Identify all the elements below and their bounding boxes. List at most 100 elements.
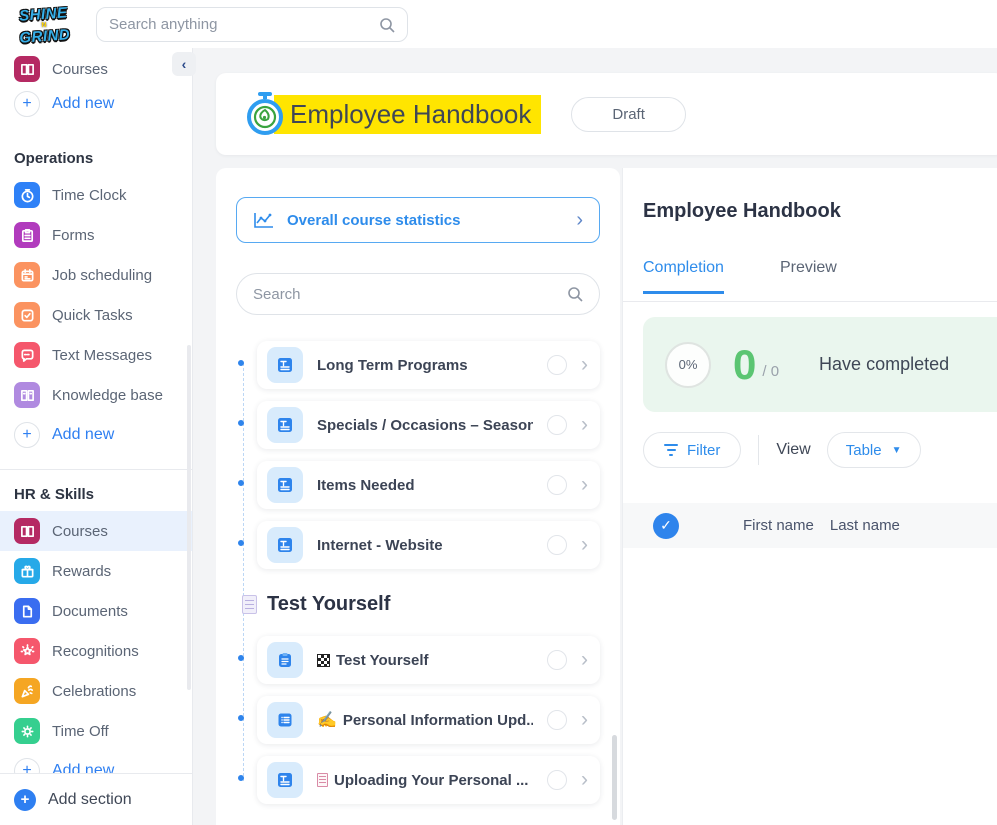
plus-solid-icon: + xyxy=(14,789,36,811)
sidebar-item-label: Time Clock xyxy=(52,187,126,204)
courses-book-icon xyxy=(14,56,40,82)
global-search[interactable] xyxy=(96,7,408,42)
tab-completion[interactable]: Completion xyxy=(643,259,724,294)
sidebar-item-courses[interactable]: Courses xyxy=(0,511,192,551)
course-item-long-term-programs[interactable]: Long Term Programs › xyxy=(257,341,600,389)
status-badge-draft[interactable]: Draft xyxy=(571,97,686,132)
completion-ring[interactable] xyxy=(547,355,567,375)
search-icon xyxy=(567,286,583,302)
sidebar-item-label: Courses xyxy=(52,523,108,540)
top-bar: SHINE N GRIND xyxy=(0,0,997,48)
add-new-course-button[interactable]: + Add new xyxy=(0,84,192,124)
completion-ring[interactable] xyxy=(547,770,567,790)
chart-line-icon xyxy=(253,211,275,229)
course-item-uploading-personal[interactable]: Uploading Your Personal ... › xyxy=(257,756,600,804)
sidebar-scrollbar[interactable] xyxy=(187,345,191,690)
select-all-checkbox[interactable]: ✓ xyxy=(653,513,679,539)
course-item-title-text: Personal Information Upd... xyxy=(343,712,533,729)
chevron-right-icon[interactable]: › xyxy=(581,473,590,497)
filter-button[interactable]: Filter xyxy=(643,432,741,468)
sidebar-item-documents[interactable]: Documents xyxy=(0,591,192,631)
chevron-right-icon[interactable]: › xyxy=(581,648,590,672)
sidebar-item-text-messages[interactable]: Text Messages xyxy=(0,335,192,375)
time-off-sun-icon xyxy=(14,718,40,744)
course-list-scrollbar[interactable] xyxy=(612,735,617,820)
toolbar-divider xyxy=(758,435,759,465)
course-item-title-text: Test Yourself xyxy=(336,652,429,669)
sidebar-item-celebrations[interactable]: Celebrations xyxy=(0,671,192,711)
rewards-gift-icon xyxy=(14,558,40,584)
chevron-right-icon[interactable]: › xyxy=(581,533,590,557)
course-item-items-needed[interactable]: Items Needed › xyxy=(257,461,600,509)
course-item-title: Long Term Programs xyxy=(317,357,533,374)
checkered-flag-icon xyxy=(317,654,330,667)
course-search[interactable] xyxy=(236,273,600,315)
column-header-last-name[interactable]: Last name xyxy=(830,517,900,534)
sidebar-item-job-scheduling[interactable]: Job scheduling xyxy=(0,255,192,295)
tab-preview[interactable]: Preview xyxy=(780,259,837,294)
course-item-title: Test Yourself xyxy=(317,652,533,669)
completion-table-header: ✓ First name Last name xyxy=(623,503,997,548)
quick-tasks-icon xyxy=(14,302,40,328)
filter-icon xyxy=(664,444,678,456)
sidebar-item-rewards[interactable]: Rewards xyxy=(0,551,192,591)
sidebar-item-label: Knowledge base xyxy=(52,387,163,404)
course-item-personal-information[interactable]: ✍ Personal Information Upd... › xyxy=(257,696,600,744)
job-scheduling-icon xyxy=(14,262,40,288)
course-item-title: Items Needed xyxy=(317,477,533,494)
shine-grind-logo[interactable]: SHINE N GRIND xyxy=(4,0,83,51)
completion-ring[interactable] xyxy=(547,415,567,435)
completion-toolbar: Filter View Table ▼ xyxy=(643,425,997,475)
section-title-operations: Operations xyxy=(14,150,192,167)
text-messages-icon xyxy=(14,342,40,368)
text-document-icon xyxy=(267,407,303,443)
sidebar-collapse-button[interactable]: ‹ xyxy=(172,52,196,76)
filter-label: Filter xyxy=(687,442,720,459)
sidebar-item-label: Text Messages xyxy=(52,347,152,364)
celebrations-party-icon xyxy=(14,678,40,704)
knowledge-base-icon xyxy=(14,382,40,408)
completion-ring[interactable] xyxy=(547,710,567,730)
global-search-input[interactable] xyxy=(109,16,379,33)
chevron-right-icon[interactable]: › xyxy=(581,413,590,437)
course-item-specials-occasions[interactable]: Specials / Occasions – Seasonal › xyxy=(257,401,600,449)
sidebar-item-label: Celebrations xyxy=(52,683,136,700)
timeline-dot xyxy=(238,540,244,546)
completion-ring[interactable] xyxy=(547,475,567,495)
chevron-right-icon[interactable]: › xyxy=(581,708,590,732)
sidebar-item-label: Time Off xyxy=(52,723,109,740)
sidebar-item-forms[interactable]: Forms xyxy=(0,215,192,255)
overall-course-statistics-button[interactable]: Overall course statistics › xyxy=(236,197,600,243)
main-area: Employee Handbook Draft Overall course s… xyxy=(193,48,997,825)
timeline-dot xyxy=(238,360,244,366)
sidebar-item-recognitions[interactable]: Recognitions xyxy=(0,631,192,671)
text-document-icon xyxy=(267,467,303,503)
view-label: View xyxy=(776,441,810,459)
course-header-card: Employee Handbook Draft xyxy=(216,73,997,155)
add-new-operations-button[interactable]: + Add new xyxy=(0,415,192,455)
search-icon xyxy=(379,17,395,33)
add-section-label: Add section xyxy=(48,791,132,809)
course-item-test-yourself[interactable]: Test Yourself › xyxy=(257,636,600,684)
section-header-test-yourself: Test Yourself xyxy=(242,593,600,616)
chevron-right-icon[interactable]: › xyxy=(581,353,590,377)
course-search-input[interactable] xyxy=(253,286,567,303)
chevron-right-icon[interactable]: › xyxy=(581,768,590,792)
sidebar-item-time-clock[interactable]: Time Clock xyxy=(0,175,192,215)
column-header-first-name[interactable]: First name xyxy=(743,517,814,534)
sidebar-item-time-off[interactable]: Time Off xyxy=(0,711,192,751)
sidebar-item-quick-tasks[interactable]: Quick Tasks xyxy=(0,295,192,335)
course-item-internet-website[interactable]: Internet - Website › xyxy=(257,521,600,569)
sidebar-item-label: Rewards xyxy=(52,563,111,580)
plus-circle-icon: + xyxy=(14,91,40,117)
add-section-button[interactable]: + Add section xyxy=(0,773,192,825)
view-mode-dropdown[interactable]: Table ▼ xyxy=(827,432,921,468)
sidebar-item-knowledge-base[interactable]: Knowledge base xyxy=(0,375,192,415)
text-document-icon xyxy=(267,347,303,383)
course-item-title: Specials / Occasions – Seasonal xyxy=(317,417,533,434)
sidebar-item-courses-top[interactable]: Courses xyxy=(0,54,192,84)
detail-panel-title: Employee Handbook xyxy=(643,200,997,223)
completion-ring[interactable] xyxy=(547,650,567,670)
logo-text-line1: SHINE xyxy=(19,5,68,23)
completion-ring[interactable] xyxy=(547,535,567,555)
